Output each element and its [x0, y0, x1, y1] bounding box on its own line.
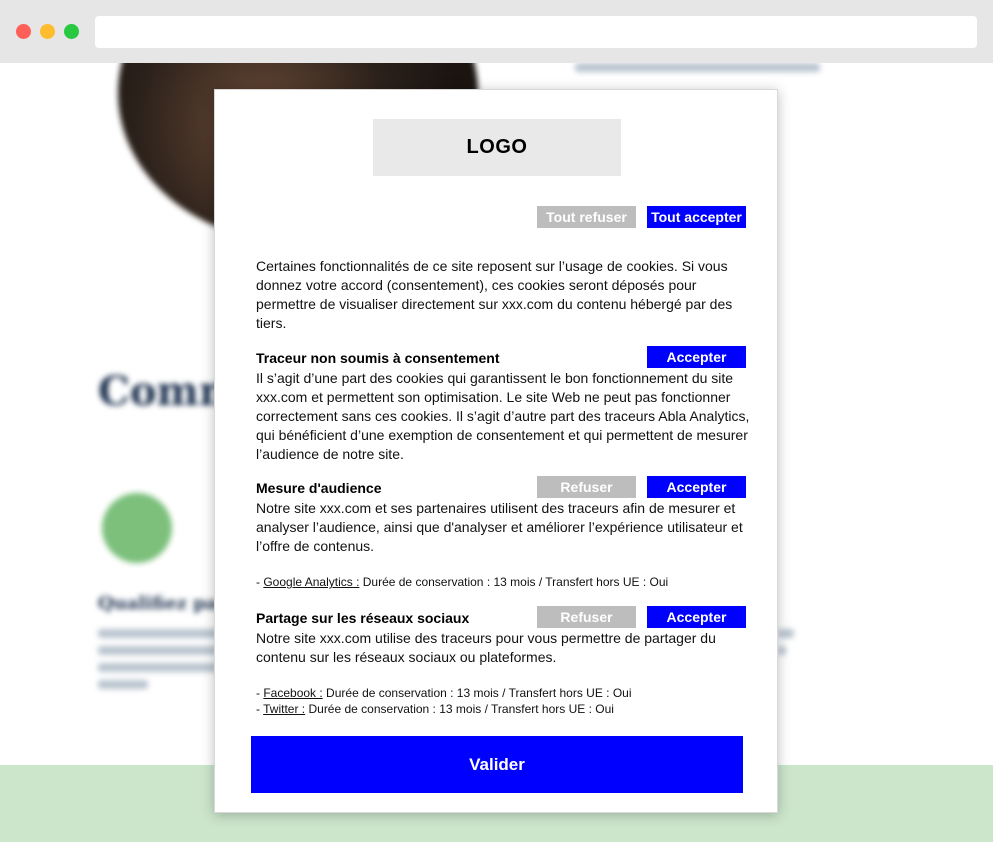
refuse-all-button[interactable]: Tout refuser — [537, 206, 636, 228]
tracker-detail-facebook: - Facebook : Durée de conservation : 13 … — [256, 686, 756, 700]
close-window-icon[interactable] — [16, 24, 31, 39]
accept-essential-button[interactable]: Accepter — [647, 346, 746, 368]
detail-info: Durée de conservation : 13 mois / Transf… — [359, 575, 669, 589]
background-text-line — [778, 629, 794, 638]
background-text-line — [98, 663, 218, 672]
intro-text: Certaines fonctionnalités de ce site rep… — [256, 258, 733, 331]
maximize-window-icon[interactable] — [64, 24, 79, 39]
accept-social-button[interactable]: Accepter — [647, 606, 746, 628]
section-title-social: Partage sur les réseaux sociaux — [256, 610, 470, 626]
background-text-line — [98, 646, 218, 655]
cookie-consent-modal: LOGO Tout refuser Tout accepter Certaine… — [214, 89, 778, 813]
background-text-line — [98, 629, 218, 638]
section-title-audience: Mesure d'audience — [256, 480, 382, 496]
accept-all-button[interactable]: Tout accepter — [647, 206, 746, 228]
google-analytics-link[interactable]: Google Analytics : — [263, 575, 359, 589]
facebook-link[interactable]: Facebook : — [263, 686, 322, 700]
background-text-line — [98, 680, 148, 689]
refuse-audience-button[interactable]: Refuser — [537, 476, 636, 498]
detail-info: Durée de conservation : 13 mois / Transf… — [322, 686, 632, 700]
background-subheading: Qualifiez par — [98, 593, 227, 614]
section-title-essential: Traceur non soumis à consentement — [256, 350, 500, 366]
background-text-line — [778, 646, 786, 655]
tracker-detail-twitter: - Twitter : Durée de conservation : 13 m… — [256, 702, 756, 716]
section-text-audience: Notre site xxx.com et ses partenaires ut… — [256, 500, 743, 554]
browser-chrome — [0, 0, 993, 63]
background-text-line — [575, 63, 820, 72]
background-icon-circle — [102, 493, 172, 563]
section-text-essential: Il s’agit d’une part des cookies qui gar… — [256, 370, 750, 462]
address-bar[interactable] — [95, 16, 977, 48]
detail-info: Durée de conservation : 13 mois / Transf… — [305, 702, 614, 716]
tracker-detail-google-analytics: - Google Analytics : Durée de conservati… — [256, 575, 756, 589]
accept-audience-button[interactable]: Accepter — [647, 476, 746, 498]
validate-button[interactable]: Valider — [251, 736, 743, 793]
logo: LOGO — [373, 119, 621, 176]
minimize-window-icon[interactable] — [40, 24, 55, 39]
refuse-social-button[interactable]: Refuser — [537, 606, 636, 628]
twitter-link[interactable]: Twitter : — [263, 702, 305, 716]
section-text-social: Notre site xxx.com utilise des traceurs … — [256, 630, 716, 665]
